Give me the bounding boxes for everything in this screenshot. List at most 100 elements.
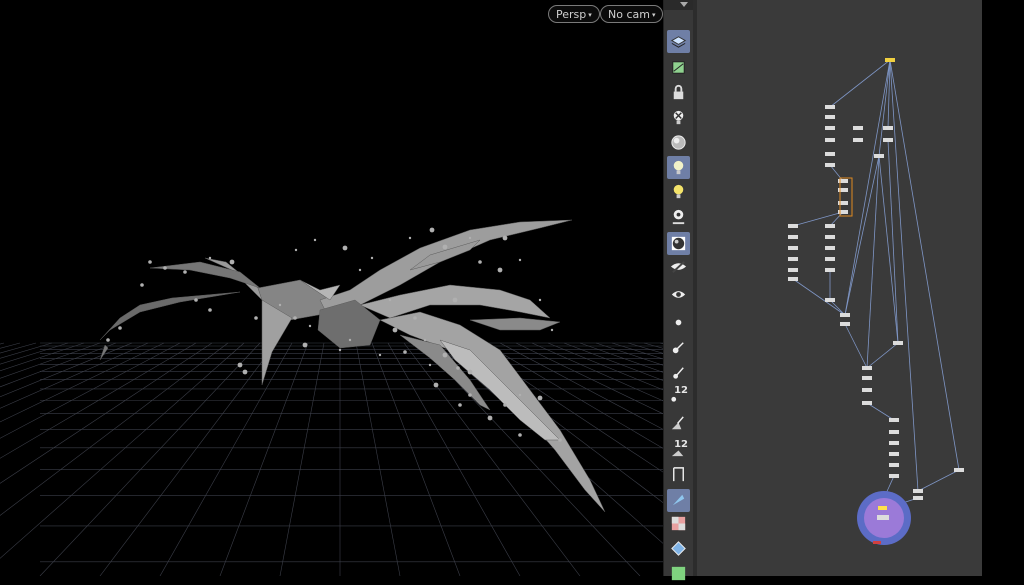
graph-node[interactable] (889, 441, 899, 445)
graph-node[interactable] (788, 277, 798, 281)
uv-icon (673, 467, 684, 482)
template-display-icon (672, 61, 685, 74)
tool-checker[interactable] (667, 512, 690, 535)
graph-node[interactable] (825, 224, 835, 228)
graph-node[interactable] (889, 430, 899, 434)
camera-select-button[interactable]: No cam ▾ (600, 5, 663, 23)
graph-wire (878, 155, 899, 344)
vector-icon (673, 367, 684, 379)
scene-viewport[interactable]: Persp ▾ No cam ▾ (0, 0, 663, 576)
tool-primitive-number[interactable]: 12 (667, 438, 690, 461)
graph-node[interactable] (825, 268, 835, 272)
graph-node[interactable] (913, 496, 923, 500)
graph-node[interactable] (885, 58, 895, 62)
graph-wire (889, 59, 960, 471)
window-border (982, 0, 1024, 576)
tool-lock[interactable] (667, 81, 690, 104)
graph-node[interactable] (825, 163, 835, 167)
node-graph[interactable] (697, 0, 982, 576)
graph-node[interactable] (825, 115, 835, 119)
graph-wire (829, 299, 846, 316)
tool-camera-eye[interactable] (667, 282, 690, 305)
graph-node[interactable] (862, 401, 872, 405)
graph-node[interactable] (853, 138, 863, 142)
tool-normal[interactable] (667, 336, 690, 359)
graph-node[interactable] (853, 126, 863, 130)
graph-node[interactable] (889, 474, 899, 478)
tool-primitive-normal[interactable] (667, 412, 690, 435)
graph-node[interactable] (825, 246, 835, 250)
graph-wire (866, 342, 899, 369)
spiky-mesh-geometry (99, 219, 606, 513)
graph-node[interactable] (862, 388, 872, 392)
graph-node[interactable] (825, 126, 835, 130)
display-options-toolbar: 12 12 (663, 0, 694, 581)
tool-material-ball[interactable] (667, 232, 690, 255)
lightbulb-icon (673, 160, 684, 175)
graph-node[interactable] (889, 418, 899, 422)
tool-eye-ghost[interactable] (667, 256, 690, 279)
graph-node[interactable] (893, 341, 903, 345)
tool-headlight[interactable] (667, 180, 690, 203)
camera-menu-button[interactable]: Persp ▾ (548, 5, 600, 23)
tool-lightbulb[interactable] (667, 156, 690, 179)
point-icon (675, 319, 682, 326)
tool-uv[interactable] (667, 463, 690, 486)
graph-node[interactable] (788, 246, 798, 250)
graph-node[interactable] (825, 138, 835, 142)
graph-node[interactable] (874, 154, 884, 158)
backface-icon (672, 494, 685, 506)
graph-wire (829, 164, 844, 182)
graph-node[interactable] (889, 452, 899, 456)
toolbar-menu-toggle[interactable] (664, 0, 694, 10)
tool-point-number[interactable]: 12 (667, 384, 690, 407)
graph-wire (889, 59, 919, 492)
chevron-down-icon: ▾ (588, 11, 592, 19)
graph-node[interactable] (788, 235, 798, 239)
graph-node[interactable] (825, 235, 835, 239)
graph-node[interactable] (889, 463, 899, 467)
graph-wire (792, 278, 846, 316)
camera-eye-icon (671, 291, 686, 298)
tool-display-layers[interactable] (667, 30, 690, 53)
shaded-sphere-icon (671, 135, 686, 150)
eye-ghost-icon (670, 261, 687, 273)
graph-node[interactable] (825, 257, 835, 261)
graph-node[interactable] (788, 257, 798, 261)
graph-wire (917, 469, 960, 492)
graph-node[interactable] (840, 313, 850, 317)
tool-vector[interactable] (667, 361, 690, 384)
tool-bounding-box[interactable] (667, 537, 690, 560)
primitive-normal-icon (671, 416, 684, 430)
graph-node[interactable] (862, 376, 872, 380)
tool-bypass[interactable] (667, 106, 690, 129)
graph-node[interactable] (840, 322, 850, 326)
graph-node[interactable] (954, 468, 964, 472)
tool-backface[interactable] (667, 489, 690, 512)
network-editor-pane[interactable] (697, 0, 982, 576)
highlighted-subnet-node[interactable] (857, 491, 911, 545)
light-link-icon (672, 209, 685, 225)
tool-shaded-sphere[interactable] (667, 131, 690, 154)
lock-icon (673, 84, 684, 100)
graph-node[interactable] (788, 224, 798, 228)
graph-wire (866, 155, 880, 369)
graph-node[interactable] (825, 105, 835, 109)
viewport-canvas[interactable] (0, 0, 663, 576)
tool-wire[interactable] (667, 562, 690, 585)
graph-node[interactable] (825, 152, 835, 156)
camera-select-label: No cam (608, 8, 650, 21)
normal-icon (672, 342, 684, 354)
graph-node[interactable] (788, 268, 798, 272)
graph-node[interactable] (883, 138, 893, 142)
graph-node[interactable] (825, 298, 835, 302)
graph-node[interactable] (913, 489, 923, 493)
tool-light-link[interactable] (667, 205, 690, 228)
tool-number: 12 (674, 385, 688, 396)
tool-point[interactable] (667, 311, 690, 334)
tool-template-display[interactable] (667, 56, 690, 79)
graph-node[interactable] (883, 126, 893, 130)
triangle-down-icon (680, 2, 688, 7)
checker-icon (671, 516, 686, 531)
graph-node[interactable] (862, 366, 872, 370)
